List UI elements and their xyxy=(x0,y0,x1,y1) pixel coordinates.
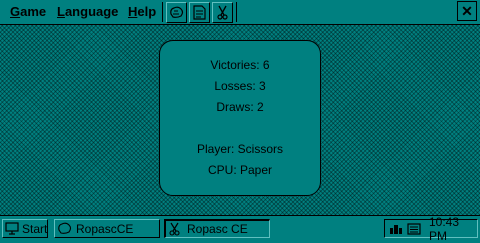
player-choice-label: Player: Scissors xyxy=(196,142,284,156)
menu-separator xyxy=(162,2,163,22)
paper-icon xyxy=(193,5,206,20)
app-window-icon xyxy=(57,222,73,236)
network-icon[interactable] xyxy=(389,223,403,235)
start-icon xyxy=(5,222,19,236)
scissors-button[interactable] xyxy=(212,2,233,23)
close-button[interactable]: ✕ xyxy=(457,1,477,21)
command-bar: Game Language Help ✕ xyxy=(0,0,480,25)
close-icon: ✕ xyxy=(461,3,473,19)
stats-panel: Victories: 6 Losses: 3 Draws: 2 Player: … xyxy=(159,40,321,196)
rock-button[interactable] xyxy=(166,2,187,23)
taskbar-item-label: RopascCE xyxy=(76,221,134,236)
menu-language[interactable]: Language xyxy=(57,3,118,21)
paper-button[interactable] xyxy=(189,2,210,23)
menu-game[interactable]: Game xyxy=(10,3,46,21)
scissors-icon xyxy=(217,5,228,20)
scissors-app-icon xyxy=(168,222,184,236)
taskbar: Start RopascCE Ropasc CE 10:43 PM xyxy=(0,215,480,243)
rock-icon xyxy=(170,6,184,18)
clock[interactable]: 10:43 PM xyxy=(429,215,477,243)
victories-label: Victories: 6 xyxy=(210,58,270,72)
keyboard-icon[interactable] xyxy=(407,222,421,235)
taskbar-item-label: Ropasc CE xyxy=(187,222,248,236)
system-tray: 10:43 PM xyxy=(384,215,478,243)
start-button[interactable]: Start xyxy=(2,219,48,238)
game-area: Victories: 6 Losses: 3 Draws: 2 Player: … xyxy=(0,25,480,215)
draws-label: Draws: 2 xyxy=(216,100,264,114)
toolbar-separator xyxy=(236,2,237,22)
start-label: Start xyxy=(22,221,48,236)
menu-help[interactable]: Help xyxy=(128,3,156,21)
losses-label: Losses: 3 xyxy=(214,79,266,93)
cpu-choice-label: CPU: Paper xyxy=(207,163,273,177)
taskbar-item-ropasc-ce[interactable]: Ropasc CE xyxy=(164,219,270,238)
taskbar-item-ropascce[interactable]: RopascCE xyxy=(54,219,160,238)
